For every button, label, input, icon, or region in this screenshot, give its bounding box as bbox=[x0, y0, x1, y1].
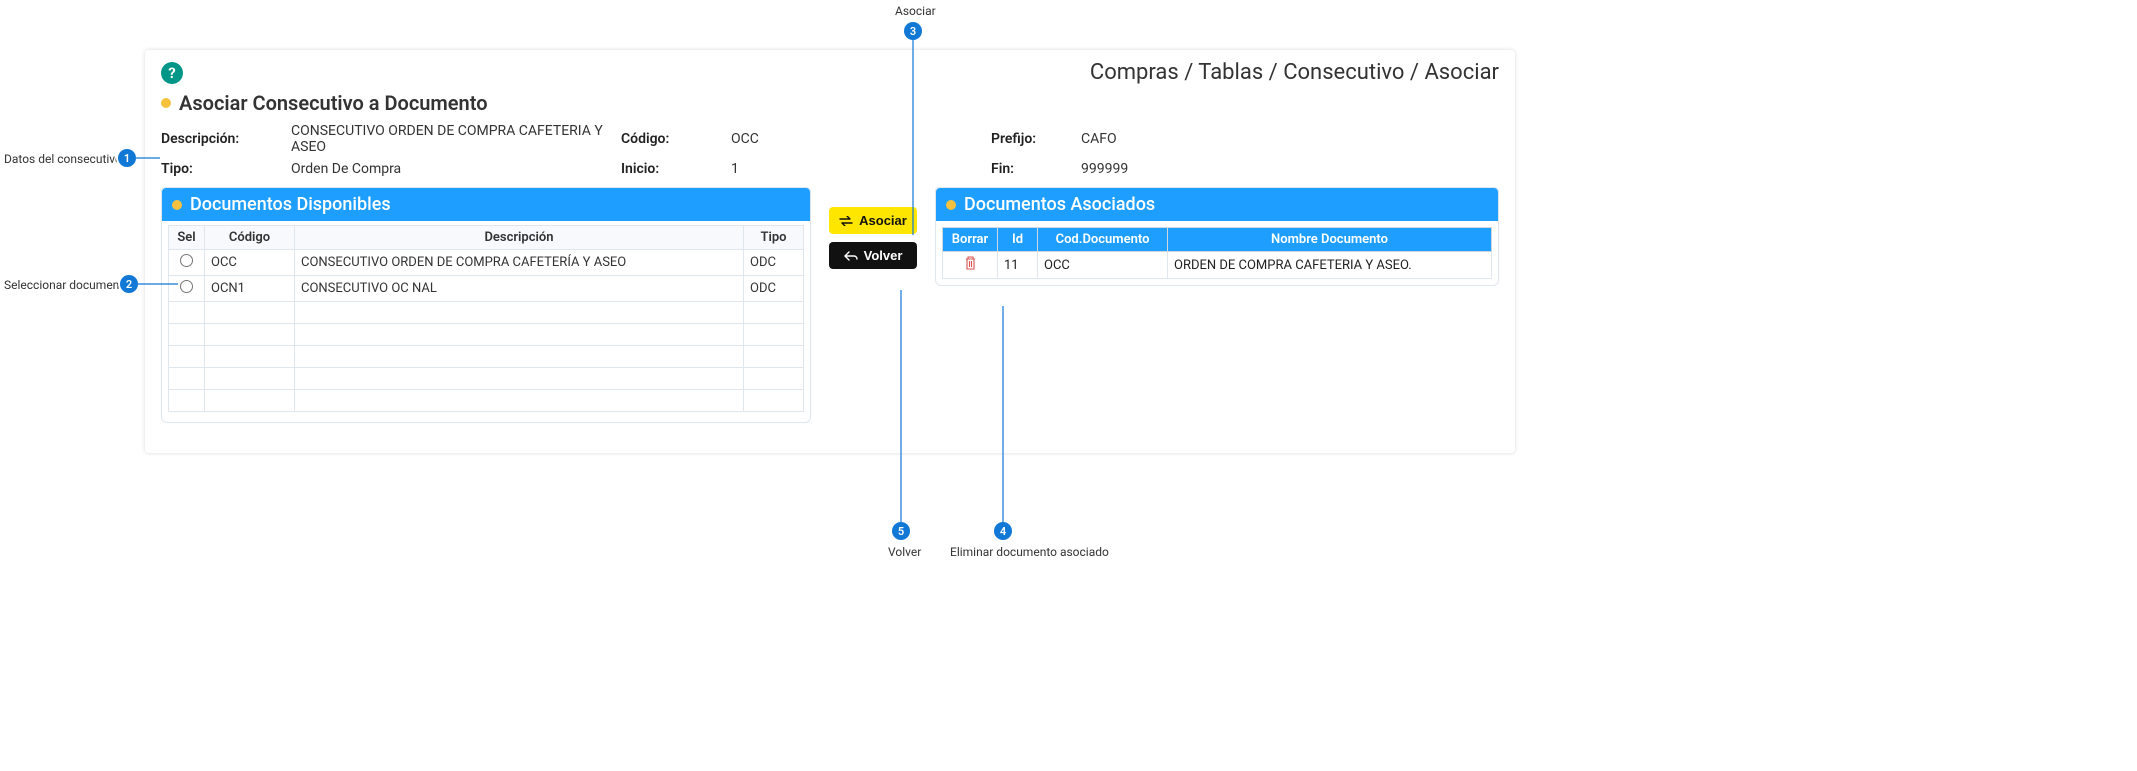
th-borrar: Borrar bbox=[943, 228, 998, 252]
cell-nombre: ORDEN DE COMPRA CAFETERIA Y ASEO. bbox=[1168, 252, 1492, 279]
table-row: 11 OCC ORDEN DE COMPRA CAFETERIA Y ASEO. bbox=[943, 252, 1492, 279]
swap-icon bbox=[839, 216, 853, 226]
annotation-marker: 4 bbox=[994, 522, 1012, 540]
panel-title-asociados: Documentos Asociados bbox=[964, 194, 1155, 215]
annotation-label: Eliminar documento asociado bbox=[950, 545, 1109, 559]
select-radio[interactable] bbox=[180, 254, 193, 267]
volver-button[interactable]: Volver bbox=[829, 242, 917, 269]
annotation-marker: 2 bbox=[120, 275, 138, 293]
label-tipo: Tipo: bbox=[161, 161, 281, 177]
th-descripcion: Descripción bbox=[295, 226, 744, 250]
table-asociados: Borrar Id Cod.Documento Nombre Documento bbox=[942, 227, 1492, 279]
help-icon[interactable]: ? bbox=[161, 62, 183, 84]
section-title: Asociar Consecutivo a Documento bbox=[179, 91, 488, 115]
annotation-label: Seleccionar documento bbox=[4, 278, 130, 292]
asociar-label: Asociar bbox=[859, 213, 907, 228]
asociar-button[interactable]: Asociar bbox=[829, 207, 917, 234]
th-tipo: Tipo bbox=[744, 226, 804, 250]
label-fin: Fin: bbox=[991, 161, 1071, 177]
table-row: OCC CONSECUTIVO ORDEN DE COMPRA CAFETERÍ… bbox=[169, 250, 804, 276]
table-row-empty bbox=[169, 368, 804, 390]
annotation-label: Volver bbox=[888, 545, 921, 559]
cell-id: 11 bbox=[998, 252, 1038, 279]
th-cod: Cod.Documento bbox=[1038, 228, 1168, 252]
table-row-empty bbox=[169, 346, 804, 368]
table-row-empty bbox=[169, 390, 804, 412]
breadcrumb: Compras / Tablas / Consecutivo / Asociar bbox=[1090, 60, 1499, 85]
table-row-empty bbox=[169, 324, 804, 346]
value-inicio: 1 bbox=[731, 161, 981, 177]
panel-title-disponibles: Documentos Disponibles bbox=[190, 194, 391, 215]
select-radio[interactable] bbox=[180, 280, 193, 293]
annotation-marker: 1 bbox=[118, 149, 136, 167]
consecutivo-info: Descripción: CONSECUTIVO ORDEN DE COMPRA… bbox=[161, 123, 1499, 177]
th-id: Id bbox=[998, 228, 1038, 252]
label-codigo: Código: bbox=[621, 131, 721, 147]
label-inicio: Inicio: bbox=[621, 161, 721, 177]
cell-codigo: OCC bbox=[205, 250, 295, 276]
annotation-label: Asociar bbox=[895, 4, 936, 18]
cell-tipo: ODC bbox=[744, 250, 804, 276]
annotation-marker: 5 bbox=[892, 522, 910, 540]
bullet-icon bbox=[946, 200, 956, 210]
back-arrow-icon bbox=[844, 251, 858, 261]
main-panel: ? Compras / Tablas / Consecutivo / Asoci… bbox=[145, 50, 1515, 453]
table-row: OCN1 CONSECUTIVO OC NAL ODC bbox=[169, 276, 804, 302]
th-nombre: Nombre Documento bbox=[1168, 228, 1492, 252]
cell-descripcion: CONSECUTIVO OC NAL bbox=[295, 276, 744, 302]
columns: Documentos Disponibles Sel Código Descri… bbox=[161, 187, 1499, 423]
table-disponibles: Sel Código Descripción Tipo OCC CONSECUT… bbox=[168, 225, 804, 412]
cell-cod: OCC bbox=[1038, 252, 1168, 279]
bullet-icon bbox=[161, 98, 171, 108]
value-tipo: Orden De Compra bbox=[291, 161, 611, 177]
section-title-row: Asociar Consecutivo a Documento bbox=[161, 91, 1499, 115]
value-codigo: OCC bbox=[731, 131, 981, 147]
cell-tipo: ODC bbox=[744, 276, 804, 302]
documentos-asociados-panel: Documentos Asociados Borrar Id Cod.Docum… bbox=[935, 187, 1499, 286]
volver-label: Volver bbox=[864, 248, 903, 263]
th-sel: Sel bbox=[169, 226, 205, 250]
value-descripcion: CONSECUTIVO ORDEN DE COMPRA CAFETERIA Y … bbox=[291, 123, 611, 155]
annotation-label: Datos del consecutivo bbox=[4, 152, 122, 166]
annotation-marker: 3 bbox=[904, 22, 922, 40]
table-row-empty bbox=[169, 302, 804, 324]
action-buttons: Asociar Volver bbox=[823, 207, 923, 269]
value-prefijo: CAFO bbox=[1081, 131, 1281, 147]
label-prefijo: Prefijo: bbox=[991, 131, 1071, 147]
bullet-icon bbox=[172, 200, 182, 210]
cell-codigo: OCN1 bbox=[205, 276, 295, 302]
cell-descripcion: CONSECUTIVO ORDEN DE COMPRA CAFETERÍA Y … bbox=[295, 250, 744, 276]
documentos-disponibles-panel: Documentos Disponibles Sel Código Descri… bbox=[161, 187, 811, 423]
th-codigo: Código bbox=[205, 226, 295, 250]
label-descripcion: Descripción: bbox=[161, 131, 281, 147]
value-fin: 999999 bbox=[1081, 161, 1281, 177]
delete-icon[interactable] bbox=[964, 258, 977, 274]
panel-header-disponibles: Documentos Disponibles bbox=[162, 188, 810, 221]
top-row: ? Compras / Tablas / Consecutivo / Asoci… bbox=[161, 60, 1499, 85]
panel-header-asociados: Documentos Asociados bbox=[936, 188, 1498, 221]
